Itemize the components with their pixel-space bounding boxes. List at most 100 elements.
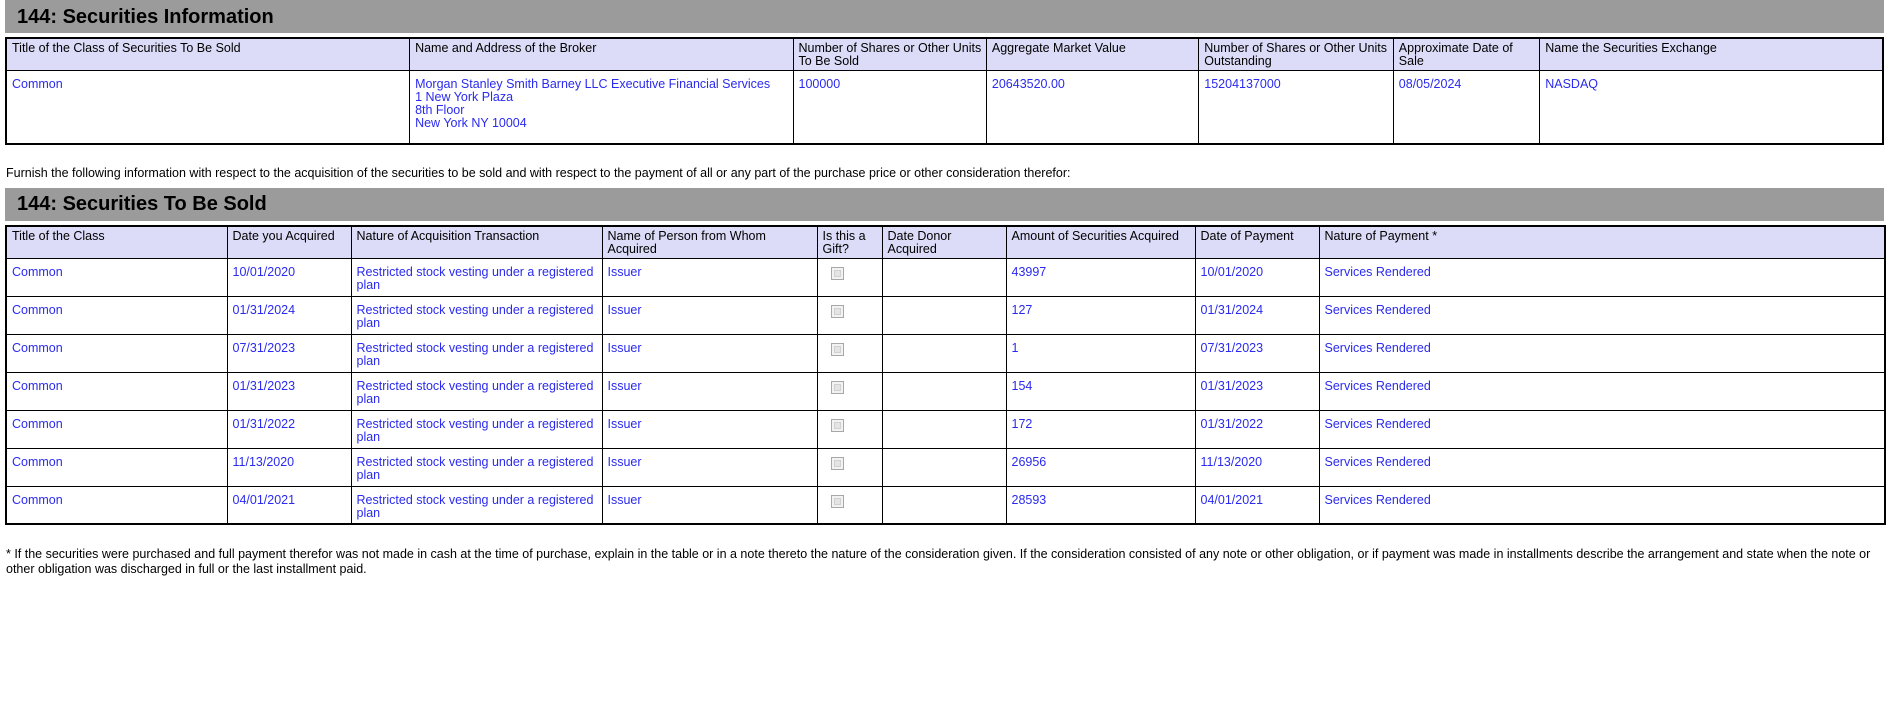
- cell-nature-of-acquisition: Restricted stock vesting under a registe…: [350, 485, 603, 525]
- cell-title-of-class: Common: [5, 333, 228, 373]
- cell-nature-of-payment: Services Rendered: [1318, 257, 1886, 297]
- table-header-row: Title of the Class of Securities To Be S…: [5, 37, 1884, 71]
- cell-date-donor-acquired: [881, 409, 1007, 449]
- securities-to-be-sold-table: Title of the Class Date you Acquired Nat…: [5, 224, 1886, 525]
- broker-street-line: 1 New York Plaza: [415, 90, 514, 104]
- cell-date-you-acquired: 11/13/2020: [226, 447, 352, 487]
- cell-date-donor-acquired: [881, 371, 1007, 411]
- table-row: Common 01/31/2022 Restricted stock vesting…: [5, 409, 1886, 449]
- footnote-consideration: * If the securities were purchased and f…: [6, 547, 1871, 576]
- cell-amount-of-securities-acquired: 43997: [1005, 257, 1196, 297]
- table-row: Common 04/01/2021 Restricted stock vesting…: [5, 485, 1886, 525]
- cell-amount-of-securities-acquired: 172: [1005, 409, 1196, 449]
- cell-broker-address: Morgan Stanley Smith Barney LLC Executiv…: [409, 70, 794, 144]
- gift-checkbox[interactable]: [830, 342, 844, 356]
- column-header-securities-exchange: Name the Securities Exchange: [1539, 37, 1884, 71]
- securities-to-be-sold-rows: Common 10/01/2020 Restricted stock vesting…: [5, 257, 1886, 525]
- cell-date-you-acquired: 01/31/2022: [226, 409, 352, 449]
- gift-checkbox[interactable]: [830, 418, 844, 432]
- cell-person-from-whom-acquired: Issuer: [601, 447, 818, 487]
- cell-is-this-a-gift: [816, 447, 883, 487]
- column-header-is-this-a-gift: Is this a Gift?: [816, 225, 883, 259]
- form-144-page: 144: Securities Information Title of the…: [0, 0, 1890, 576]
- cell-date-of-payment: 01/31/2023: [1194, 371, 1320, 411]
- column-header-broker: Name and Address of the Broker: [409, 37, 794, 71]
- cell-amount-of-securities-acquired: 26956: [1005, 447, 1196, 487]
- column-header-title-of-class: Title of the Class of Securities To Be S…: [5, 37, 411, 71]
- gift-checkbox[interactable]: [830, 266, 844, 280]
- column-header-nature-of-acquisition: Nature of Acquisition Transaction: [350, 225, 603, 259]
- column-header-units-to-be-sold: Number of Shares or Other Units To Be So…: [792, 37, 987, 71]
- column-header-units-outstanding: Number of Shares or Other Units Outstand…: [1198, 37, 1394, 71]
- gift-checkbox[interactable]: [830, 380, 844, 394]
- table-row: Common Morgan Stanley Smith Barney LLC E…: [5, 70, 1884, 144]
- cell-date-of-payment: 07/31/2023: [1194, 333, 1320, 373]
- securities-information-banner: 144: Securities Information: [5, 0, 1884, 33]
- cell-title-of-class: Common: [5, 485, 228, 525]
- cell-is-this-a-gift: [816, 295, 883, 335]
- cell-securities-exchange: NASDAQ: [1539, 70, 1884, 144]
- column-header-person-from-whom-acquired: Name of Person from Whom Acquired: [601, 225, 818, 259]
- cell-title-of-class: Common: [5, 447, 228, 487]
- cell-is-this-a-gift: [816, 485, 883, 525]
- table-row: Common 01/31/2024 Restricted stock vesting…: [5, 295, 1886, 335]
- column-header-date-donor-acquired: Date Donor Acquired: [881, 225, 1007, 259]
- cell-date-you-acquired: 04/01/2021: [226, 485, 352, 525]
- cell-person-from-whom-acquired: Issuer: [601, 371, 818, 411]
- cell-person-from-whom-acquired: Issuer: [601, 333, 818, 373]
- cell-nature-of-acquisition: Restricted stock vesting under a registe…: [350, 371, 603, 411]
- cell-aggregate-market-value: 20643520.00: [985, 70, 1200, 144]
- column-header-title-of-class: Title of the Class: [5, 225, 228, 259]
- gift-checkbox[interactable]: [830, 456, 844, 470]
- cell-is-this-a-gift: [816, 257, 883, 297]
- column-header-amount-of-securities-acquired: Amount of Securities Acquired: [1005, 225, 1196, 259]
- cell-nature-of-payment: Services Rendered: [1318, 333, 1886, 373]
- cell-nature-of-payment: Services Rendered: [1318, 295, 1886, 335]
- table-header-row: Title of the Class Date you Acquired Nat…: [5, 225, 1886, 259]
- cell-nature-of-payment: Services Rendered: [1318, 447, 1886, 487]
- table-row: Common 10/01/2020 Restricted stock vesting…: [5, 257, 1886, 297]
- column-header-date-of-payment: Date of Payment: [1194, 225, 1320, 259]
- table-row: Common 01/31/2023 Restricted stock vesting…: [5, 371, 1886, 411]
- column-header-nature-of-payment: Nature of Payment *: [1318, 225, 1886, 259]
- cell-person-from-whom-acquired: Issuer: [601, 257, 818, 297]
- cell-title-of-class: Common: [5, 295, 228, 335]
- table-row: Common 07/31/2023 Restricted stock vesting…: [5, 333, 1886, 373]
- cell-nature-of-payment: Services Rendered: [1318, 485, 1886, 525]
- cell-date-donor-acquired: [881, 485, 1007, 525]
- gift-checkbox[interactable]: [830, 494, 844, 508]
- cell-person-from-whom-acquired: Issuer: [601, 485, 818, 525]
- column-header-approximate-date-of-sale: Approximate Date of Sale: [1392, 37, 1541, 71]
- cell-nature-of-acquisition: Restricted stock vesting under a registe…: [350, 257, 603, 297]
- gift-checkbox[interactable]: [830, 304, 844, 318]
- cell-date-of-payment: 10/01/2020: [1194, 257, 1320, 297]
- cell-title-of-class: Common: [5, 70, 411, 144]
- cell-nature-of-payment: Services Rendered: [1318, 371, 1886, 411]
- cell-amount-of-securities-acquired: 28593: [1005, 485, 1196, 525]
- cell-date-you-acquired: 10/01/2020: [226, 257, 352, 297]
- cell-date-of-payment: 01/31/2024: [1194, 295, 1320, 335]
- cell-units-to-be-sold: 100000: [792, 70, 987, 144]
- column-header-date-you-acquired: Date you Acquired: [226, 225, 352, 259]
- securities-information-table: Title of the Class of Securities To Be S…: [5, 37, 1884, 145]
- cell-date-you-acquired: 01/31/2023: [226, 371, 352, 411]
- cell-approximate-date-of-sale: 08/05/2024: [1392, 70, 1541, 144]
- securities-information-title: 144: Securities Information: [17, 5, 274, 28]
- cell-date-donor-acquired: [881, 333, 1007, 373]
- cell-nature-of-acquisition: Restricted stock vesting under a registe…: [350, 333, 603, 373]
- cell-date-you-acquired: 07/31/2023: [226, 333, 352, 373]
- cell-person-from-whom-acquired: Issuer: [601, 295, 818, 335]
- cell-date-of-payment: 01/31/2022: [1194, 409, 1320, 449]
- table-row: Common 11/13/2020 Restricted stock vesting…: [5, 447, 1886, 487]
- cell-date-donor-acquired: [881, 447, 1007, 487]
- cell-amount-of-securities-acquired: 154: [1005, 371, 1196, 411]
- cell-title-of-class: Common: [5, 409, 228, 449]
- cell-nature-of-acquisition: Restricted stock vesting under a registe…: [350, 409, 603, 449]
- cell-is-this-a-gift: [816, 409, 883, 449]
- cell-date-donor-acquired: [881, 295, 1007, 335]
- cell-amount-of-securities-acquired: 127: [1005, 295, 1196, 335]
- broker-city-state-zip-line: New York NY 10004: [415, 116, 527, 130]
- column-header-aggregate-market-value: Aggregate Market Value: [985, 37, 1200, 71]
- cell-units-outstanding: 15204137000: [1198, 70, 1394, 144]
- cell-title-of-class: Common: [5, 371, 228, 411]
